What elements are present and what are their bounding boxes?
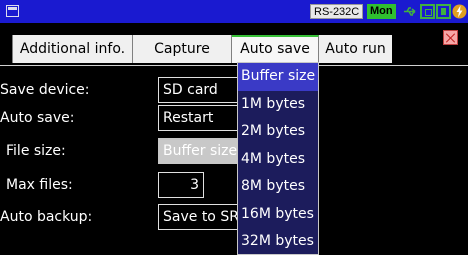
file-size-field[interactable]: Buffer size xyxy=(158,138,240,164)
tab-strip: Additional info. Capture buffer Auto sav… xyxy=(0,23,468,85)
tab-additional-info[interactable]: Additional info. xyxy=(12,35,133,63)
dropdown-option-4m[interactable]: 4M bytes xyxy=(238,146,318,174)
auto-save-field[interactable]: Restart xyxy=(158,105,240,131)
auto-backup-label: Auto backup: xyxy=(0,209,93,225)
rs232c-badge: RS-232C xyxy=(310,4,364,19)
power-icon xyxy=(452,4,467,19)
auto-save-label: Auto save: xyxy=(0,110,75,126)
close-button[interactable] xyxy=(443,30,458,45)
status-bar: RS-232C Mon xyxy=(0,0,468,23)
file-size-label: File size: xyxy=(6,143,66,159)
save-device-field[interactable]: SD card xyxy=(158,77,240,103)
network-icon xyxy=(420,4,435,19)
usb-icon xyxy=(403,4,418,19)
sd-card-icon xyxy=(436,4,451,19)
auto-backup-field[interactable]: Save to SRA xyxy=(158,204,240,230)
dropdown-option-32m[interactable]: 32M bytes xyxy=(238,228,318,254)
monitor-mode-badge: Mon xyxy=(367,4,396,19)
max-files-label: Max files: xyxy=(6,177,73,193)
tab-bar: Additional info. Capture buffer Auto sav… xyxy=(12,35,392,85)
dropdown-option-buffer-size[interactable]: Buffer size xyxy=(238,63,318,91)
dropdown-option-1m[interactable]: 1M bytes xyxy=(238,91,318,119)
dropdown-option-8m[interactable]: 8M bytes xyxy=(238,173,318,201)
max-files-field[interactable]: 3 xyxy=(158,172,204,198)
file-size-dropdown: Buffer size 1M bytes 2M bytes 4M bytes 8… xyxy=(237,62,319,255)
auto-save-panel: Save device: SD card Auto save: Restart … xyxy=(0,65,468,255)
save-device-label: Save device: xyxy=(0,82,90,98)
window-icon xyxy=(6,5,19,17)
dropdown-option-16m[interactable]: 16M bytes xyxy=(238,201,318,229)
tab-capture-buffer[interactable]: Capture buffer xyxy=(133,35,232,85)
tab-auto-run[interactable]: Auto run xyxy=(319,35,392,63)
dropdown-option-2m[interactable]: 2M bytes xyxy=(238,118,318,146)
tab-auto-save[interactable]: Auto save xyxy=(232,35,319,63)
